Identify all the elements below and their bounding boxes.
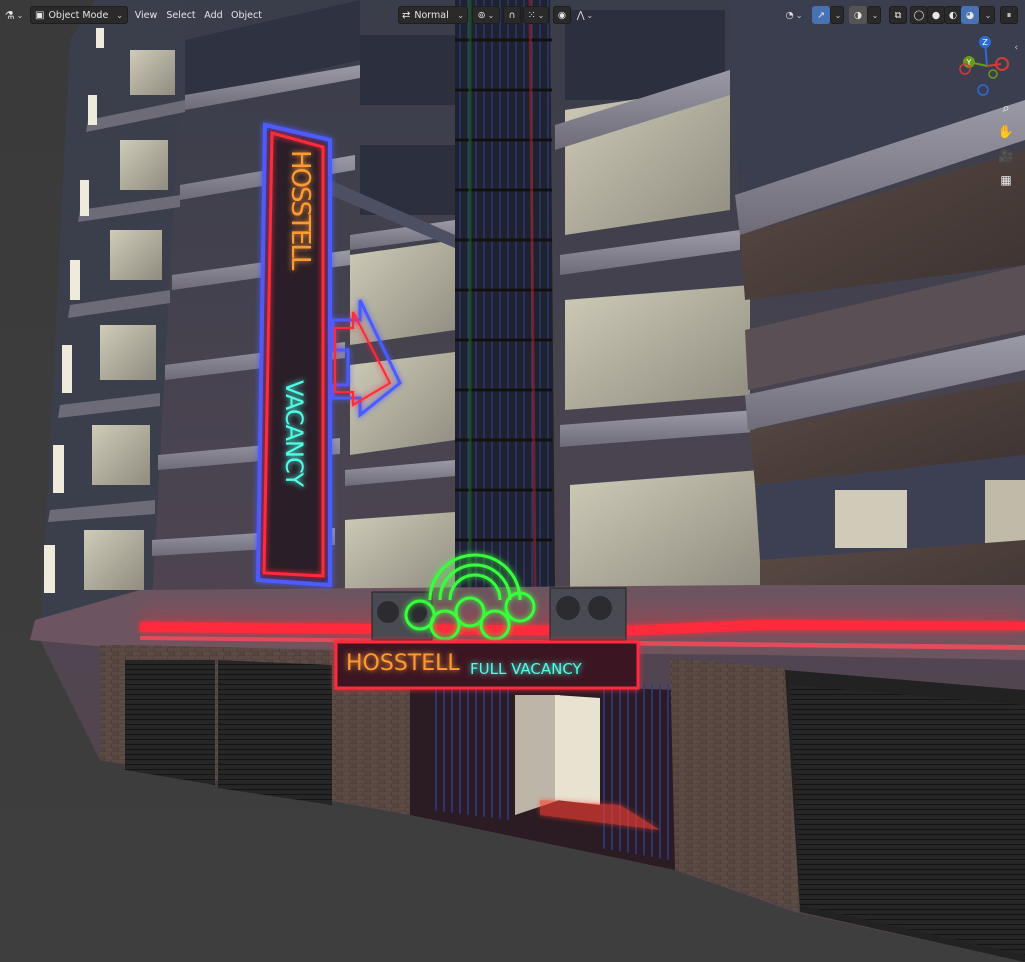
select-menu[interactable]: Select — [164, 6, 198, 24]
chevron-down-icon: ⌄ — [16, 10, 24, 20]
gizmo-toggle[interactable]: ↗ — [812, 6, 830, 24]
snap-element-select[interactable]: ⁙ ⌄ — [523, 6, 549, 24]
xray-toggle[interactable]: ⧉ — [889, 6, 907, 24]
view-menu[interactable]: View — [132, 6, 160, 24]
collapse-header-button[interactable]: ⏸ — [1000, 6, 1018, 24]
collapse-sidebar-icon[interactable]: ‹ — [1014, 43, 1018, 53]
select-menu-label: Select — [166, 9, 196, 21]
proportional-edit-icon: ◉ — [557, 9, 567, 21]
object-menu-label: Object — [231, 9, 262, 21]
vertical-sign-word1: HOSSTELL — [285, 150, 315, 271]
gizmo-icon: ↗ — [817, 9, 825, 21]
editor-type-icon: ⚗ — [4, 8, 15, 22]
snap-element-icon: ⁙ — [527, 9, 536, 21]
wireframe-shading-button[interactable]: ◯ — [910, 6, 928, 24]
chevron-down-icon: ⌄ — [871, 10, 879, 20]
visibility-select[interactable]: ◔ ⌄ — [780, 6, 808, 24]
rendered-scene: HOSSTELL FULL VACANCY HOSSTELL VACANCY — [0, 0, 1025, 962]
zoom-icon: ⌕ — [1002, 100, 1010, 116]
solid-shading-icon: ● — [931, 9, 941, 21]
chevron-down-icon: ⌄ — [586, 10, 594, 20]
xray-icon: ⧉ — [894, 9, 902, 21]
transform-orientation-select[interactable]: ⇄ Normal ⌄ — [398, 6, 468, 24]
snap-icon: ∩ — [508, 9, 516, 21]
chevron-down-icon: ⌄ — [457, 10, 464, 20]
entrance-sign-name: HOSSTELL — [346, 651, 460, 676]
proportional-falloff-icon: ⋀ — [576, 9, 585, 21]
collapse-icon: ⏸ — [1006, 9, 1012, 21]
overlay-icon: ◑ — [853, 9, 863, 21]
view-menu-label: View — [134, 9, 158, 21]
gizmo-options[interactable]: ⌄ — [830, 6, 844, 24]
chevron-down-icon: ⌄ — [116, 10, 123, 20]
material-preview-icon: ◐ — [948, 9, 958, 21]
gizmo-z-label: Z — [982, 38, 988, 47]
zoom-button[interactable]: ⌕ — [996, 98, 1016, 118]
pivot-point-select[interactable]: ⊚ ⌄ — [472, 6, 500, 24]
entrance-sign-status: FULL VACANCY — [470, 660, 583, 678]
perspective-toggle-button[interactable]: ▦ — [996, 170, 1016, 190]
object-menu[interactable]: Object — [229, 6, 264, 24]
pan-button[interactable]: ✋ — [996, 122, 1016, 142]
visibility-icon: ◔ — [785, 9, 794, 21]
transform-orientation-icon: ⇄ — [402, 9, 411, 21]
perspective-grid-icon: ▦ — [1000, 173, 1012, 187]
wireframe-shading-icon: ◯ — [913, 9, 925, 21]
mode-select[interactable]: ▣ Object Mode ⌄ — [30, 6, 128, 24]
solid-shading-button[interactable]: ● — [927, 6, 945, 24]
rendered-shading-button[interactable]: ◕ — [961, 6, 979, 24]
proportional-falloff-select[interactable]: ⋀ ⌄ — [572, 6, 598, 24]
camera-icon: 🎥 — [998, 149, 1014, 163]
shading-options[interactable]: ⌄ — [979, 6, 995, 24]
chevron-down-icon: ⌄ — [537, 10, 545, 20]
chevron-down-icon: ⌄ — [795, 10, 803, 20]
navigation-gizmo[interactable]: Z Y ‹ — [955, 34, 1019, 98]
proportional-edit-toggle[interactable]: ◉ — [553, 6, 571, 24]
rendered-shading-icon: ◕ — [965, 9, 975, 21]
pan-icon: ✋ — [997, 124, 1015, 140]
object-mode-icon: ▣ — [35, 9, 45, 21]
camera-view-button[interactable]: 🎥 — [996, 146, 1016, 166]
viewport-header: ⚗ ⌄ ▣ Object Mode ⌄ View Select Add Objec… — [0, 0, 1025, 28]
snap-toggle[interactable]: ∩ — [503, 6, 521, 24]
add-menu[interactable]: Add — [201, 6, 226, 24]
editor-type-button[interactable]: ⚗ ⌄ — [2, 6, 26, 24]
chevron-down-icon: ⌄ — [984, 10, 992, 20]
3d-viewport[interactable]: HOSSTELL FULL VACANCY HOSSTELL VACANCY ⚗… — [0, 0, 1025, 962]
add-menu-label: Add — [204, 9, 223, 21]
chevron-down-icon: ⌄ — [487, 10, 495, 20]
pivot-icon: ⊚ — [477, 9, 486, 21]
overlay-toggle[interactable]: ◑ — [849, 6, 867, 24]
mode-label: Object Mode — [48, 9, 109, 21]
overlay-options[interactable]: ⌄ — [867, 6, 881, 24]
material-preview-button[interactable]: ◐ — [944, 6, 962, 24]
orientation-label: Normal — [414, 9, 449, 21]
vertical-sign-word2: VACANCY — [280, 380, 308, 487]
chevron-down-icon: ⌄ — [834, 10, 842, 20]
